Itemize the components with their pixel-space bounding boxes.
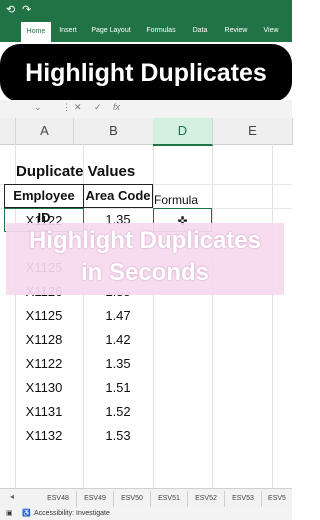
banner-text: Highlight Duplicates — [25, 58, 267, 87]
tab-view[interactable]: View — [258, 20, 284, 42]
column-header-a[interactable]: A — [16, 118, 74, 145]
caption-text: Highlight Duplicates in Seconds — [6, 225, 284, 289]
header-area-code[interactable]: Area Code — [83, 184, 153, 208]
cell-area-code[interactable]: 1.47 — [83, 304, 153, 328]
tab-formulas[interactable]: Formulas — [140, 20, 182, 42]
cell-area-code[interactable]: 1.53 — [83, 424, 153, 448]
enter-icon[interactable]: ✓ — [94, 102, 102, 113]
cell-employee-id[interactable]: X1132 — [4, 424, 84, 448]
select-all-corner[interactable] — [0, 118, 16, 145]
cell-employee-id[interactable]: X1131 — [4, 400, 84, 424]
header-employee-id[interactable]: Employee ID — [4, 184, 84, 225]
sheet-tab-esv53[interactable]: ESV53 — [225, 491, 262, 507]
sheet-tab-esv48[interactable]: ESV48 — [40, 491, 77, 507]
column-header-b[interactable]: B — [74, 118, 154, 145]
title-bar: ⟲ ↷ — [0, 0, 292, 20]
cell-area-code[interactable]: 1.52 — [83, 400, 153, 424]
sheet-tab-esv50[interactable]: ESV50 — [114, 491, 151, 507]
cell-area-code[interactable]: 1.42 — [83, 328, 153, 352]
autosave-icon[interactable]: ⟲ — [6, 3, 15, 16]
scroll-left-icon[interactable]: ◂ — [10, 492, 14, 501]
section-title: Duplicate Values — [16, 163, 136, 180]
grid-line — [272, 144, 273, 488]
worksheet-grid[interactable]: A B C D E Duplicate Values Employee ID A… — [0, 118, 293, 488]
caption-line-1: Highlight Duplicates — [28, 227, 261, 254]
insert-function-button[interactable]: fx — [113, 102, 120, 112]
tab-review[interactable]: Review — [218, 20, 254, 42]
cell-employee-id[interactable]: X1125 — [4, 304, 84, 328]
caption-line-2: in Seconds — [80, 259, 210, 286]
more-icon: ⋮ — [62, 102, 71, 112]
accessibility-icon[interactable]: ♿ — [22, 509, 31, 517]
ready-icon: ▣ — [6, 510, 13, 517]
ribbon-tabs: Home Insert Page Layout Formulas Data Re… — [0, 20, 292, 42]
cell-employee-id[interactable]: X1130 — [4, 376, 84, 400]
name-box-dropdown-icon[interactable]: ⌄ — [34, 102, 42, 113]
status-bar: ▣ ♿ Accessibility: Investigate — [0, 508, 292, 520]
column-header-d[interactable]: D — [153, 118, 213, 146]
cell-employee-id[interactable]: X1128 — [4, 328, 84, 352]
cell-area-code[interactable]: 1.35 — [83, 352, 153, 376]
grid-line — [212, 144, 213, 488]
tab-data[interactable]: Data — [186, 20, 214, 42]
tab-page-layout[interactable]: Page Layout — [85, 20, 137, 42]
redo-icon[interactable]: ↷ — [22, 3, 31, 16]
sheet-tab-esv49[interactable]: ESV49 — [77, 491, 114, 507]
sheet-tab-esv52[interactable]: ESV52 — [188, 491, 225, 507]
column-header-e[interactable]: E — [213, 118, 293, 145]
sheet-tab-esv5[interactable]: ESV5 — [262, 491, 292, 507]
tab-insert[interactable]: Insert — [54, 20, 82, 42]
sheet-tab-esv51[interactable]: ESV51 — [151, 491, 188, 507]
tab-home[interactable]: Home — [21, 22, 51, 42]
cell-employee-id[interactable]: X1122 — [4, 352, 84, 376]
formula-bar: ⌄ ⋮ ✕ ✓ fx — [0, 100, 292, 119]
title-banner: Highlight Duplicates — [0, 44, 292, 102]
accessibility-status[interactable]: Accessibility: Investigate — [34, 510, 110, 517]
sheet-tab-bar: ◂ ESV48 ESV49 ESV50 ESV51 ESV52 ESV53 ES… — [0, 488, 292, 509]
cell-area-code[interactable]: 1.51 — [83, 376, 153, 400]
cancel-icon[interactable]: ✕ — [74, 102, 82, 113]
